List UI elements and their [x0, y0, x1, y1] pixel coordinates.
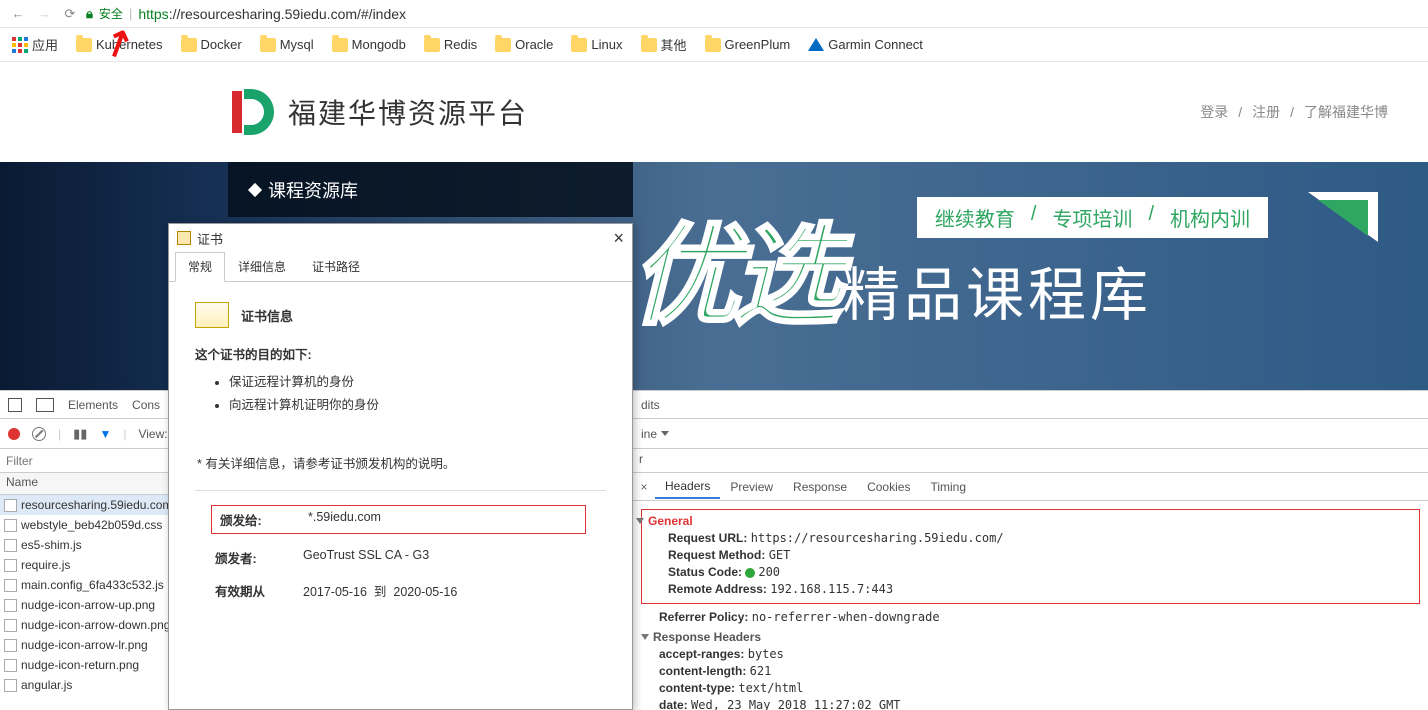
reload-button[interactable]: ⟳ — [60, 4, 80, 24]
bookmark-item[interactable]: 其他 — [641, 35, 687, 54]
tab-elements[interactable]: Elements — [68, 398, 118, 412]
secure-label: 安全 — [99, 5, 123, 22]
site-title: 福建华博资源平台 — [288, 92, 528, 132]
triangle-decoration — [1308, 192, 1378, 242]
bookmark-item[interactable]: GreenPlum — [705, 37, 791, 52]
bookmark-item[interactable]: Redis — [424, 37, 477, 52]
tab-preview[interactable]: Preview — [720, 476, 783, 498]
issued-to-row: 颁发给: *.59iedu.com — [211, 505, 586, 534]
right-side-cut: r — [633, 449, 1428, 473]
tab-details[interactable]: 详细信息 — [225, 252, 299, 281]
bookmark-item[interactable]: Oracle — [495, 37, 553, 52]
bookmark-item[interactable]: Docker — [181, 37, 242, 52]
network-toolbar-right: ine — [633, 419, 1428, 449]
validity-row: 有效期从 2017-05-16 到 2020-05-16 — [215, 581, 586, 600]
folder-icon — [495, 38, 511, 52]
file-icon — [4, 679, 17, 692]
cert-body: 证书信息 这个证书的目的如下: 保证远程计算机的身份 向远程计算机证明你的身份 … — [169, 282, 632, 634]
devtools-tabs-right: dits — [633, 391, 1428, 419]
clear-button[interactable] — [32, 427, 46, 441]
issuer-row: 颁发者: GeoTrust SSL CA - G3 — [215, 548, 586, 567]
back-button[interactable]: ← — [8, 4, 28, 24]
bookmark-item[interactable]: Linux — [571, 37, 622, 52]
folder-icon — [571, 38, 587, 52]
file-icon — [4, 659, 17, 672]
category-bar[interactable]: 课程资源库 — [228, 162, 633, 217]
site-header: 福建华博资源平台 登录/ 注册/ 了解福建华博 — [0, 62, 1428, 162]
file-icon — [4, 519, 17, 532]
devtools-right: dits ine r × Headers Preview Response Co… — [633, 391, 1428, 710]
file-icon — [4, 579, 17, 592]
file-icon — [4, 559, 17, 572]
tab-headers[interactable]: Headers — [655, 475, 720, 499]
login-link[interactable]: 登录 — [1200, 102, 1228, 122]
apps-button[interactable]: 应用 — [12, 35, 58, 54]
view-label: View: — [138, 427, 167, 441]
folder-icon — [76, 38, 92, 52]
forward-button[interactable]: → — [34, 4, 54, 24]
dialog-titlebar[interactable]: 证书 × — [169, 224, 632, 252]
folder-icon — [332, 38, 348, 52]
about-link[interactable]: 了解福建华博 — [1304, 102, 1388, 122]
cert-purposes: 保证远程计算机的身份 向远程计算机证明你的身份 — [229, 371, 606, 413]
certificate-dialog: 证书 × 常规 详细信息 证书路径 证书信息 这个证书的目的如下: 保证远程计算… — [168, 223, 633, 710]
bookmark-item[interactable]: Mongodb — [332, 37, 406, 52]
offline-dropdown[interactable]: ine — [641, 427, 669, 441]
device-icon[interactable] — [36, 398, 54, 412]
cert-info-title: 证书信息 — [241, 306, 293, 325]
request-detail-tabs: × Headers Preview Response Cookies Timin… — [633, 473, 1428, 501]
folder-icon — [181, 38, 197, 52]
bookmark-item[interactable]: Garmin Connect — [808, 37, 923, 52]
cert-note: * 有关详细信息，请参考证书颁发机构的说明。 — [197, 453, 606, 472]
diamond-icon — [248, 182, 262, 196]
folder-icon — [424, 38, 440, 52]
cert-purpose-title: 这个证书的目的如下: — [195, 344, 606, 363]
lock-icon[interactable]: 🔒︎ — [86, 6, 93, 22]
banner-main-text: 优选 — [630, 222, 834, 332]
tab-response[interactable]: Response — [783, 476, 857, 498]
folder-icon — [641, 38, 657, 52]
bookmark-item[interactable]: Mysql — [260, 37, 314, 52]
logo-icon — [228, 89, 274, 135]
capture-icon[interactable]: ▮▮ — [73, 426, 87, 442]
file-icon — [4, 499, 17, 512]
bookmark-bar: 应用 Kubernetes Docker Mysql Mongodb Redis… — [0, 28, 1428, 62]
tab-general[interactable]: 常规 — [175, 252, 225, 282]
site-logo[interactable]: 福建华博资源平台 — [228, 89, 528, 135]
file-icon — [4, 599, 17, 612]
cert-icon — [177, 231, 191, 245]
close-button[interactable]: × — [613, 228, 624, 249]
folder-icon — [705, 38, 721, 52]
tab-cookies[interactable]: Cookies — [857, 476, 920, 498]
apps-icon — [12, 37, 28, 53]
cert-badge-icon — [195, 302, 229, 328]
tab-timing[interactable]: Timing — [920, 476, 976, 498]
banner-secondary-text: 精品课程库 — [842, 248, 1152, 332]
address-bar: ← → ⟳ 🔒︎ 安全 | https://resourcesharing.59… — [0, 0, 1428, 28]
bookmark-item[interactable]: Kubernetes — [76, 37, 163, 52]
headers-detail: General Request URL: https://resourcesha… — [633, 501, 1428, 710]
inspect-icon[interactable] — [8, 398, 22, 412]
header-links: 登录/ 注册/ 了解福建华博 — [1200, 102, 1388, 122]
tab-console[interactable]: Cons — [132, 398, 160, 412]
record-button[interactable] — [8, 428, 20, 440]
folder-icon — [260, 38, 276, 52]
file-icon — [4, 619, 17, 632]
register-link[interactable]: 注册 — [1252, 102, 1280, 122]
tab-audits[interactable]: dits — [641, 398, 660, 412]
url-text[interactable]: https://resourcesharing.59iedu.com/#/ind… — [138, 6, 406, 22]
cert-tabs: 常规 详细信息 证书路径 — [169, 252, 632, 282]
close-detail-button[interactable]: × — [633, 480, 655, 494]
file-icon — [4, 539, 17, 552]
file-icon — [4, 639, 17, 652]
garmin-icon — [808, 38, 824, 51]
filter-icon[interactable]: ▼ — [99, 427, 111, 441]
general-section: General Request URL: https://resourcesha… — [641, 509, 1420, 604]
response-headers-section[interactable]: Response Headers — [641, 630, 1420, 644]
status-dot-icon — [745, 568, 755, 578]
tab-certpath[interactable]: 证书路径 — [299, 252, 373, 281]
